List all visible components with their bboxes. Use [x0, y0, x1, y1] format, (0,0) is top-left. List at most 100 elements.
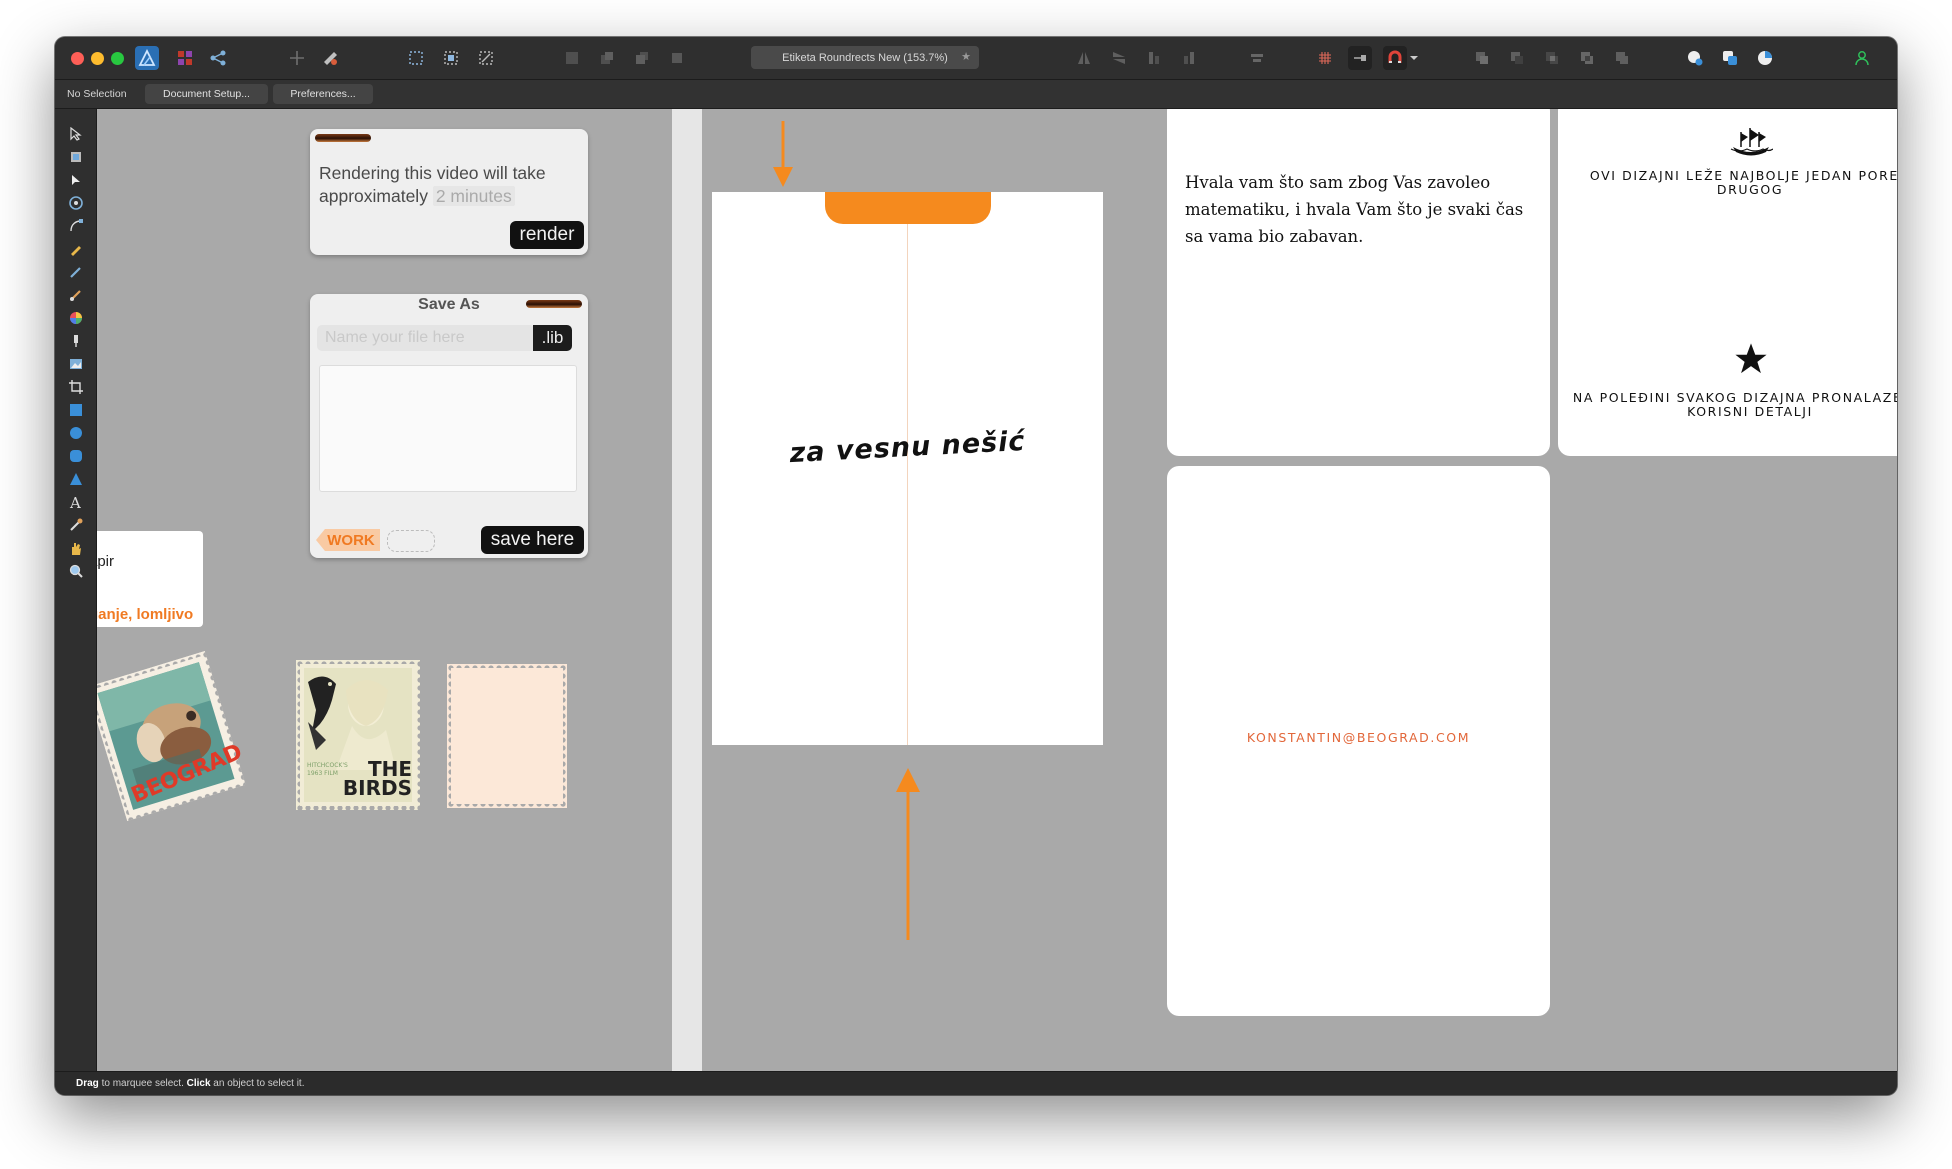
boolean-intersect-icon[interactable]: [1540, 46, 1564, 70]
flip-vertical-icon[interactable]: [1107, 46, 1131, 70]
status-drag-text: to marquee select.: [98, 1078, 187, 1089]
corner-tool-icon[interactable]: [65, 192, 86, 213]
svg-text:A: A: [69, 494, 81, 510]
tools-panel: A: [55, 109, 97, 1071]
work-tag[interactable]: WORK: [316, 529, 380, 551]
artboard-tool-icon[interactable]: [65, 146, 86, 167]
render-message: Rendering this video will take approxima…: [319, 162, 579, 208]
partial-card-line2: ganje, lomljivo: [97, 606, 194, 623]
empty-tag-slot[interactable]: [387, 530, 435, 552]
text-tool-icon[interactable]: A: [65, 491, 86, 512]
snapping-icon[interactable]: [318, 46, 342, 70]
status-click-text: an object to select it.: [210, 1078, 305, 1089]
persona-export-icon[interactable]: [206, 46, 230, 70]
document-tab[interactable]: Etiketa Roundrects New (153.7%) ★: [751, 46, 979, 69]
color-picker-tool-icon[interactable]: [65, 514, 86, 535]
move-icon[interactable]: [285, 46, 309, 70]
node-tool-icon[interactable]: [65, 169, 86, 190]
stamp-the-birds-title: THE BIRDS: [336, 759, 412, 798]
partial-label-card[interactable]: apir ganje, lomljivo: [97, 531, 203, 627]
orange-tab-shape[interactable]: [825, 192, 991, 224]
arrow-up-icon: [896, 768, 920, 940]
document-star-icon[interactable]: ★: [961, 50, 971, 63]
app-window: Etiketa Roundrects New (153.7%) ★ No Sel…: [55, 37, 1897, 1095]
canvas-separator: [672, 109, 702, 1071]
assistant-icon[interactable]: [1683, 46, 1707, 70]
snap-guides-icon[interactable]: [1348, 46, 1372, 70]
affinity-logo-icon[interactable]: [135, 46, 159, 70]
color-icon[interactable]: [1753, 46, 1777, 70]
boolean-divide-icon[interactable]: [1610, 46, 1634, 70]
crop-tool-icon[interactable]: [65, 376, 86, 397]
move-tool-icon[interactable]: [65, 123, 86, 144]
the-birds-stamp-image[interactable]: HITCHCOCK'S 1963 FILM THE BIRDS: [296, 660, 420, 810]
fill-tool-icon[interactable]: [65, 307, 86, 328]
caps-text-top[interactable]: OVI DIZAJNI LEŽE NAJBOLJE JEDAN PORED DR…: [1558, 169, 1897, 197]
window-close-button[interactable]: [71, 52, 84, 65]
render-panel: Rendering this video will take approxima…: [310, 129, 588, 255]
transparency-tool-icon[interactable]: [65, 330, 86, 351]
order-back-icon[interactable]: [560, 46, 584, 70]
select-none-icon[interactable]: [439, 46, 463, 70]
email-page[interactable]: KONSTANTIN@BEOGRAD.COM: [1167, 466, 1550, 1016]
order-backward-icon[interactable]: [595, 46, 619, 70]
window-zoom-button[interactable]: [111, 52, 124, 65]
status-hint: Drag to marquee select. Click an object …: [76, 1078, 304, 1089]
persona-pixel-icon[interactable]: [173, 46, 197, 70]
rotate-left-icon[interactable]: [1142, 46, 1166, 70]
select-all-icon[interactable]: [404, 46, 428, 70]
toolbar: Etiketa Roundrects New (153.7%) ★: [55, 37, 1897, 80]
zoom-tool-icon[interactable]: [65, 560, 86, 581]
selection-status: No Selection: [67, 88, 127, 100]
save-panel-grip[interactable]: [526, 300, 582, 308]
thanks-text[interactable]: Hvala vam što sam zbog Vas zavoleo matem…: [1185, 169, 1545, 250]
boolean-subtract-icon[interactable]: [1505, 46, 1529, 70]
info-page[interactable]: OVI DIZAJNI LEŽE NAJBOLJE JEDAN PORED DR…: [1558, 109, 1897, 456]
save-as-panel: Save As .lib WORK save here: [310, 294, 588, 558]
email-text[interactable]: KONSTANTIN@BEOGRAD.COM: [1167, 730, 1550, 745]
file-name-input[interactable]: [317, 325, 535, 351]
center-guide-line: [907, 224, 908, 745]
partial-card-line1: apir: [97, 553, 115, 570]
rotate-right-icon[interactable]: [1177, 46, 1201, 70]
save-here-button[interactable]: save here: [481, 526, 584, 554]
window-minimize-button[interactable]: [91, 52, 104, 65]
account-icon[interactable]: [1850, 46, 1874, 70]
canvas[interactable]: Rendering this video will take approxima…: [97, 109, 1897, 1071]
place-image-tool-icon[interactable]: [65, 353, 86, 374]
rounded-rectangle-tool-icon[interactable]: [65, 445, 86, 466]
render-panel-grip[interactable]: [315, 134, 371, 142]
status-drag: Drag: [76, 1078, 99, 1089]
boolean-add-icon[interactable]: [1470, 46, 1494, 70]
ellipse-tool-icon[interactable]: [65, 422, 86, 443]
paint-brush-tool-icon[interactable]: [65, 284, 86, 305]
render-button[interactable]: render: [510, 221, 584, 249]
blank-stamp-image[interactable]: [447, 664, 567, 808]
flip-horizontal-icon[interactable]: [1072, 46, 1096, 70]
caps-text-bottom[interactable]: NA POLEĐINI SVAKOG DIZAJNA PRONALAZE SE …: [1558, 391, 1897, 419]
view-tool-icon[interactable]: [65, 537, 86, 558]
ship-icon: [1730, 128, 1773, 156]
beograd-stamp-image[interactable]: BEOGRAD: [97, 650, 246, 822]
label-page[interactable]: za vesnu nešić: [712, 192, 1103, 745]
context-toolbar: No Selection Document Setup... Preferenc…: [55, 80, 1897, 109]
align-icon[interactable]: [1245, 46, 1269, 70]
thanks-page[interactable]: Hvala vam što sam zbog Vas zavoleo matem…: [1167, 109, 1550, 456]
pen-tool-icon[interactable]: [65, 215, 86, 236]
order-forward-icon[interactable]: [630, 46, 654, 70]
document-tab-title: Etiketa Roundrects New (153.7%): [782, 51, 948, 64]
order-front-icon[interactable]: [665, 46, 689, 70]
preferences-button[interactable]: Preferences...: [273, 84, 373, 104]
chevron-down-icon[interactable]: [1407, 46, 1421, 70]
arrange-icon[interactable]: [1718, 46, 1742, 70]
snap-magnet-icon[interactable]: [1383, 46, 1407, 70]
grid-icon[interactable]: [1313, 46, 1337, 70]
triangle-tool-icon[interactable]: [65, 468, 86, 489]
pencil-tool-icon[interactable]: [65, 238, 86, 259]
vector-brush-tool-icon[interactable]: [65, 261, 86, 282]
document-setup-button[interactable]: Document Setup...: [145, 84, 268, 104]
status-bar: Drag to marquee select. Click an object …: [55, 1071, 1897, 1095]
boolean-xor-icon[interactable]: [1575, 46, 1599, 70]
rectangle-tool-icon[interactable]: [65, 399, 86, 420]
transform-icon[interactable]: [474, 46, 498, 70]
